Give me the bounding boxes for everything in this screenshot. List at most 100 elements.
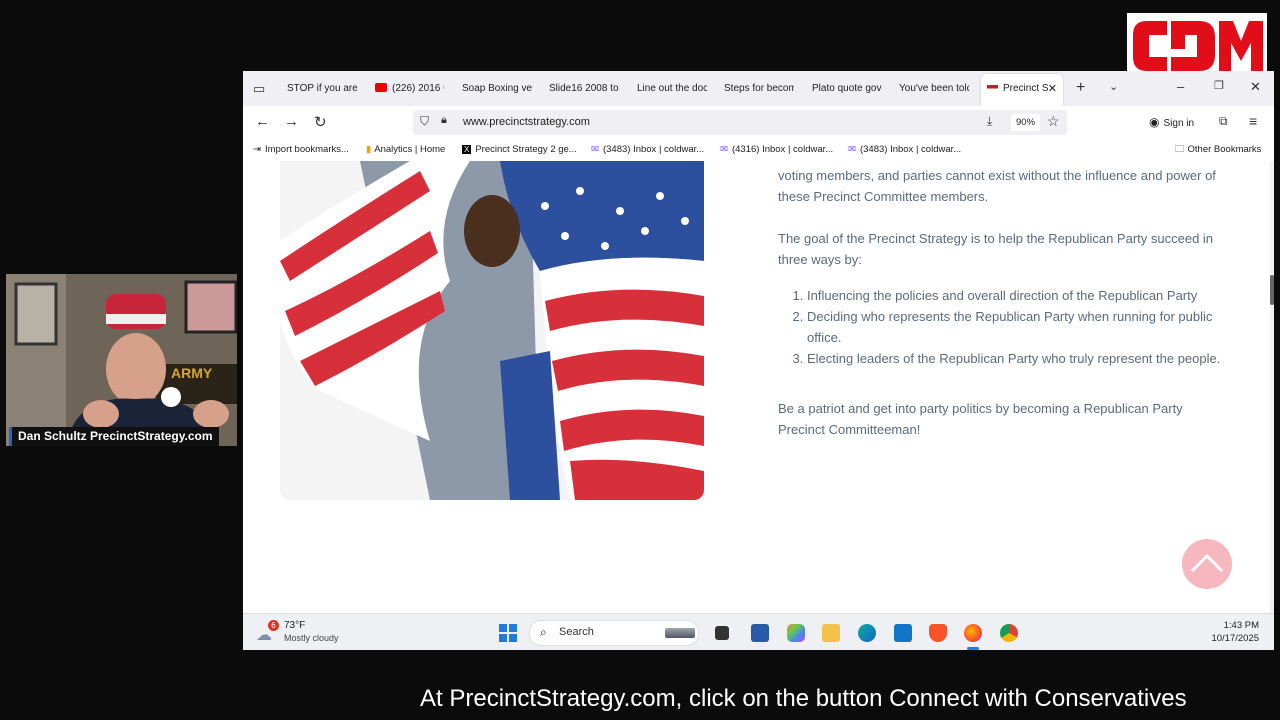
bookmark-inbox-3[interactable]: ✉ (3483) Inbox | coldwar...: [848, 139, 961, 161]
tab-4[interactable]: Slide16 2008 to: [549, 71, 619, 106]
search-highlight-icon: [665, 628, 695, 638]
youtube-icon: [375, 83, 387, 92]
star-bookmark-icon[interactable]: ☆: [1047, 113, 1060, 130]
dell-icon[interactable]: [894, 624, 912, 642]
bookmark-inbox-3-label: (3483) Inbox | coldwar...: [859, 144, 962, 155]
tab-list-icon[interactable]: ▭: [253, 81, 265, 97]
url-text[interactable]: www.precinctstrategy.com: [463, 110, 590, 135]
lock-icon[interactable]: 🔒︎: [441, 114, 447, 127]
other-bookmarks[interactable]: 🗀︎ Other Bookmarks: [1175, 139, 1261, 161]
menu-icon[interactable]: ≡: [1249, 113, 1257, 129]
zoom-level[interactable]: 90%: [1011, 114, 1041, 131]
tab-bar: ▭ STOP if you are (226) 2016 C Soap Boxi…: [243, 71, 1274, 106]
tab-1[interactable]: STOP if you are: [287, 71, 357, 106]
scrollbar[interactable]: [1270, 161, 1274, 613]
weather-widget[interactable]: ☁ 6 73°F Mostly cloudy: [256, 620, 366, 646]
other-bookmarks-label: Other Bookmarks: [1187, 144, 1262, 155]
copilot-icon[interactable]: [787, 624, 805, 642]
bookmark-inbox-1[interactable]: ✉ (3483) Inbox | coldwar...: [591, 139, 704, 161]
sign-in-label: Sign in: [1163, 118, 1195, 129]
store-icon[interactable]: [751, 624, 769, 642]
sign-in-button[interactable]: ◉ Sign in: [1149, 110, 1194, 135]
extensions-icon[interactable]: ⧉: [1219, 114, 1228, 129]
nav-bar: ← → ↻ ⛉ 🔒︎ www.precinctstrategy.com ⤓ 90…: [243, 106, 1274, 139]
active-app-indicator: [967, 647, 979, 650]
start-icon[interactable]: [499, 624, 517, 642]
chrome-icon[interactable]: [1000, 624, 1018, 642]
close-tab-icon[interactable]: ✕: [1048, 74, 1057, 104]
browser-window: ▭ STOP if you are (226) 2016 C Soap Boxi…: [243, 71, 1274, 650]
brave-icon[interactable]: [929, 624, 947, 642]
address-bar[interactable]: ⛉ 🔒︎ www.precinctstrategy.com ⤓ 90% ☆: [413, 110, 1067, 135]
firefox-icon[interactable]: [964, 624, 982, 642]
clock-date[interactable]: 10/17/2025: [1193, 633, 1259, 644]
analytics-icon: ▮: [366, 144, 372, 155]
weather-badge: 6: [268, 620, 279, 631]
minimize-icon[interactable]: –: [1177, 79, 1184, 94]
close-window-icon[interactable]: ✕: [1250, 79, 1261, 95]
ways-list: Influencing the policies and overall dir…: [778, 285, 1233, 369]
bookmark-analytics[interactable]: ▮ Analytics | Home: [366, 139, 445, 161]
chevron-up-icon: [1190, 553, 1224, 573]
scrollbar-thumb[interactable]: [1270, 275, 1274, 305]
x-icon: X: [462, 145, 472, 154]
shield-icon[interactable]: ⛉: [420, 114, 429, 129]
reload-icon[interactable]: ↻: [314, 113, 327, 131]
tab-5[interactable]: Line out the doc: [637, 71, 707, 106]
tab-active[interactable]: Precinct S ✕: [981, 74, 1063, 106]
account-icon: ◉: [1149, 115, 1160, 129]
weather-desc: Mostly cloudy: [284, 633, 339, 643]
search-icon: ⌕: [540, 625, 547, 639]
bookmark-precinct-x[interactable]: X Precinct Strategy 2 ge...: [462, 139, 577, 161]
mail-icon: ✉: [848, 144, 856, 155]
caption-text: At PrecinctStrategy.com, click on the bu…: [420, 685, 1187, 712]
page-content: voting members, and parties cannot exist…: [243, 161, 1270, 613]
bookmarks-bar: ⇥ Import bookmarks... ▮ Analytics | Home X…: [243, 139, 1274, 162]
cta-paragraph: Be a patriot and get into party politics…: [778, 401, 1183, 437]
new-tab-icon[interactable]: +: [1076, 79, 1085, 97]
bookmark-analytics-label: Analytics | Home: [374, 144, 446, 155]
caption-ticker: At PrecinctStrategy.com, click on the bu…: [0, 678, 1280, 720]
taskbar-search[interactable]: ⌕ Search: [529, 620, 699, 646]
restore-icon[interactable]: ❐: [1214, 79, 1224, 92]
file-explorer-icon[interactable]: [822, 624, 840, 642]
bookmark-precinct-x-label: Precinct Strategy 2 ge...: [475, 144, 577, 155]
list-item: Influencing the policies and overall dir…: [807, 285, 1233, 306]
webcam-name-label: Dan Schultz PrecinctStrategy.com: [9, 427, 219, 446]
search-label: Search: [559, 626, 594, 638]
tab-2[interactable]: (226) 2016 C: [392, 71, 444, 106]
bookmark-inbox-2[interactable]: ✉ (4316) Inbox | coldwar...: [720, 139, 833, 161]
clock-time[interactable]: 1:43 PM: [1201, 620, 1259, 631]
chevron-down-icon[interactable]: ⌄: [1109, 80, 1118, 93]
mail-icon: ✉: [591, 144, 599, 155]
scroll-to-top-button[interactable]: [1182, 539, 1232, 589]
download-icon[interactable]: ⤓: [987, 114, 992, 129]
bookmark-inbox-2-label: (4316) Inbox | coldwar...: [731, 144, 834, 155]
intro-paragraph: voting members, and parties cannot exist…: [778, 168, 1216, 204]
back-icon[interactable]: ←: [255, 113, 270, 130]
taskbar: ☁ 6 73°F Mostly cloudy ⌕ Search 1:43 PM …: [243, 613, 1274, 650]
mail-icon: ✉: [720, 144, 728, 155]
edge-icon[interactable]: [858, 624, 876, 642]
import-icon: ⇥: [253, 144, 261, 155]
tab-7[interactable]: Plato quote gove: [812, 71, 882, 106]
flag-image: [280, 161, 704, 500]
bookmark-import-label: Import bookmarks...: [264, 144, 349, 155]
channel-logo: [1127, 13, 1267, 79]
tab-8[interactable]: You've been told: [899, 71, 969, 106]
flag-favicon-icon: [987, 84, 998, 92]
forward-icon[interactable]: →: [284, 113, 299, 130]
weather-temp: 73°F: [284, 620, 306, 631]
tab-active-label: Precinct S: [1003, 83, 1049, 94]
task-view-icon[interactable]: [715, 626, 729, 640]
list-item: Deciding who represents the Republican P…: [807, 306, 1233, 348]
goal-paragraph: The goal of the Precinct Strategy is to …: [778, 231, 1214, 267]
bookmark-import[interactable]: ⇥ Import bookmarks...: [253, 139, 349, 161]
folder-icon: 🗀︎: [1175, 144, 1185, 155]
svg-text:ARMY: ARMY: [171, 365, 213, 381]
list-item: Electing leaders of the Republican Party…: [807, 348, 1233, 369]
webcam-feed: ARMY: [6, 274, 237, 446]
bookmark-inbox-1-label: (3483) Inbox | coldwar...: [602, 144, 705, 155]
tab-6[interactable]: Steps for becom: [724, 71, 794, 106]
tab-3[interactable]: Soap Boxing ver: [462, 71, 532, 106]
